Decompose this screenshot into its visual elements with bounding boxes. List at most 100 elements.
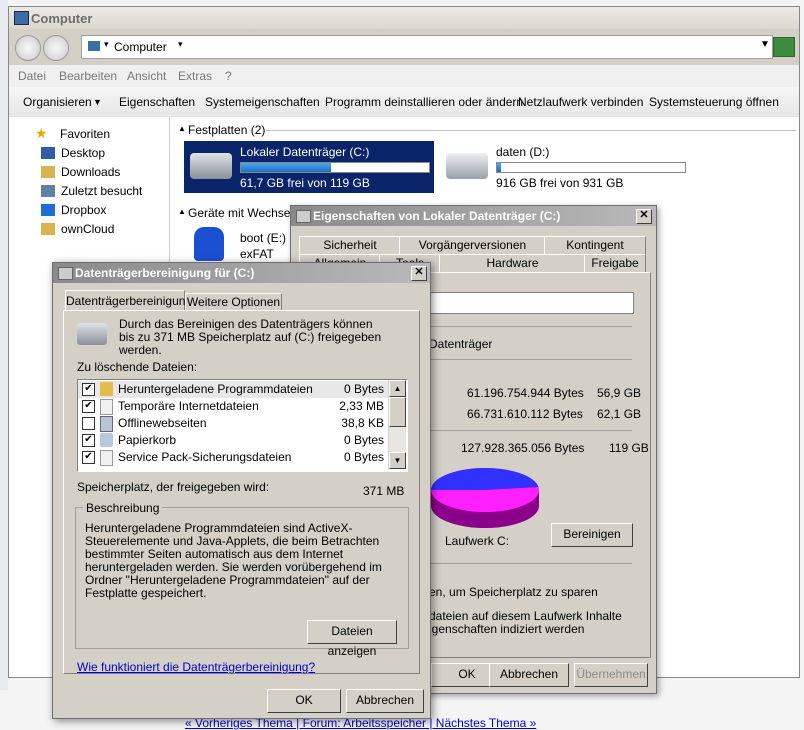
close-icon[interactable]: ✕ [636, 209, 652, 224]
file-size: 2,33 MB [339, 399, 384, 413]
drive-c-item[interactable]: Lokaler Datenträger (C:) 61,7 GB frei vo… [184, 141, 434, 193]
file-size: 0 Bytes [343, 382, 384, 396]
tab-weitere-optionen[interactable]: Weitere Optionen [185, 293, 282, 311]
file-row[interactable]: Offlinewebseiten 38,8 KB [78, 415, 388, 432]
chevron-down-icon[interactable]: ▾ [178, 39, 183, 50]
nav-desktop[interactable]: Desktop [41, 146, 161, 162]
cleanup-cancel-button[interactable]: Abbrechen [346, 689, 424, 713]
drive-letter-label: Laufwerk C: [445, 534, 510, 548]
nav-downloads[interactable]: Downloads [41, 165, 161, 181]
refresh-button[interactable] [773, 37, 795, 57]
checkbox[interactable]: ✔ [82, 400, 95, 413]
menu-bar: Datei Bearbeiten Ansicht Extras ? [9, 65, 799, 87]
address-dropdown-icon[interactable]: ▼ [760, 39, 770, 50]
file-row[interactable]: ✔ Service Pack-Sicherungsdateien 0 Bytes [78, 449, 388, 466]
collapse-arrow-icon[interactable]: ▲ [178, 207, 186, 216]
volume-label-input[interactable] [429, 292, 634, 314]
open-control-panel-button[interactable]: Systemsteuerung öffnen [649, 95, 779, 109]
checkbox[interactable]: ✔ [82, 451, 95, 464]
menu-bearbeiten[interactable]: Bearbeiten [59, 69, 117, 83]
capacity-gb: 119 GB [609, 441, 649, 455]
divider [429, 563, 632, 564]
tab-kontingent[interactable]: Kontingent [544, 236, 646, 254]
properties-button[interactable]: Eigenschaften [119, 95, 195, 109]
organize-button[interactable]: Organisieren [23, 95, 92, 109]
drive-d-usage-bar [496, 162, 686, 173]
collapse-arrow-icon[interactable]: ▲ [178, 124, 186, 133]
background-page-edge [0, 0, 8, 727]
tab-sicherheit[interactable]: Sicherheit [299, 236, 401, 254]
map-network-drive-button[interactable]: Netzlaufwerk verbinden [518, 95, 643, 109]
back-button[interactable] [15, 35, 41, 61]
checkbox[interactable] [82, 417, 95, 430]
document-icon [100, 450, 113, 466]
web-page-icon [100, 416, 113, 432]
drive-type-value: Datenträger [429, 337, 493, 351]
menu-ansicht[interactable]: Ansicht [127, 69, 166, 83]
file-row[interactable]: ✔ Papierkorb 0 Bytes [78, 432, 388, 449]
nav-recent[interactable]: Zuletzt besucht [41, 184, 161, 200]
checkbox[interactable]: ✔ [82, 434, 95, 447]
forward-button[interactable] [43, 35, 69, 61]
chevron-down-icon[interactable]: ▾ [104, 39, 109, 50]
help-link[interactable]: Wie funktioniert die Datenträgerbereinig… [77, 660, 315, 674]
tab-vorgaengerversionen[interactable]: Vorgängerversionen [399, 236, 546, 254]
usage-pie-chart [431, 467, 539, 528]
capacity-bytes: 127.928.365.056 Bytes [461, 441, 585, 455]
view-files-button[interactable]: Dateien anzeigen [307, 620, 397, 658]
used-gb: 56,9 GB [597, 386, 642, 400]
file-row[interactable]: ✔ Heruntergeladene Programmdateien 0 Byt… [78, 381, 388, 398]
freed-space-value: 371 MB [363, 484, 405, 498]
cleanup-title: Datenträgerbereinigung für (C:) [75, 266, 255, 280]
group-header-hdd[interactable]: Festplatten (2) [188, 123, 265, 137]
menu-datei[interactable]: Datei [18, 69, 46, 83]
tab-datentraegerbereinigung[interactable]: Datenträgerbereinigung [65, 290, 192, 311]
checkbox[interactable]: ✔ [82, 383, 95, 396]
address-bar[interactable]: ▾ Computer ▾ ▼ [81, 35, 773, 59]
cleanup-icon [58, 267, 73, 280]
desktop-icon [41, 147, 55, 159]
computer-icon [88, 41, 100, 51]
files-scrollbar[interactable]: ▲ ▼ [388, 380, 406, 469]
explorer-title: Computer [31, 11, 93, 26]
dropbox-icon [41, 204, 55, 216]
cleanup-button[interactable]: Bereinigen [551, 523, 633, 547]
tab-freigabe[interactable]: Freigabe [584, 254, 646, 272]
freed-space-label: Speicherplatz, der freigegeben wird: [77, 480, 270, 494]
nav-favorites[interactable]: ★ Favoriten [35, 125, 155, 143]
nav-dropbox[interactable]: Dropbox [41, 203, 161, 219]
props-apply-button[interactable]: Übernehmen [574, 663, 648, 687]
recent-places-icon [41, 185, 55, 197]
file-name: Temporäre Internetdateien [118, 399, 259, 413]
drive-d-usage-fill [497, 163, 501, 172]
menu-help[interactable]: ? [225, 69, 232, 83]
file-name: Service Pack-Sicherungsdateien [118, 450, 292, 464]
scroll-thumb[interactable] [389, 397, 406, 427]
scroll-up-icon[interactable]: ▲ [389, 380, 406, 397]
folder-icon [100, 382, 113, 396]
props-cancel-button[interactable]: Abbrechen [489, 663, 569, 687]
divider [429, 359, 632, 360]
pie-used-slice [431, 467, 539, 490]
drive-e-fs: exFAT [240, 247, 274, 261]
scroll-down-icon[interactable]: ▼ [389, 452, 406, 469]
uninstall-program-button[interactable]: Programm deinstallieren oder ändern [325, 95, 523, 109]
close-icon[interactable]: ✕ [411, 266, 427, 281]
star-icon: ★ [35, 125, 48, 141]
drive-d-item[interactable]: daten (D:) 916 GB frei von 931 GB [440, 141, 700, 193]
file-size: 0 Bytes [343, 450, 384, 464]
folder-icon [41, 223, 55, 235]
cleanup-ok-button[interactable]: OK [267, 689, 341, 713]
group-divider [266, 130, 796, 131]
hard-drive-icon [296, 210, 311, 223]
drive-d-free: 916 GB frei von 931 GB [496, 176, 624, 190]
recycle-bin-icon [100, 433, 113, 447]
properties-title: Eigenschaften von Lokaler Datenträger (C… [313, 209, 561, 223]
tab-hardware[interactable]: Hardware [439, 254, 586, 272]
free-gb: 62,1 GB [597, 407, 642, 421]
system-properties-button[interactable]: Systemeigenschaften [205, 95, 320, 109]
file-row[interactable]: ✔ Temporäre Internetdateien 2,33 MB [78, 398, 388, 415]
nav-owncloud[interactable]: ownCloud [41, 222, 161, 238]
menu-extras[interactable]: Extras [178, 69, 212, 83]
hard-drive-icon [190, 153, 232, 179]
